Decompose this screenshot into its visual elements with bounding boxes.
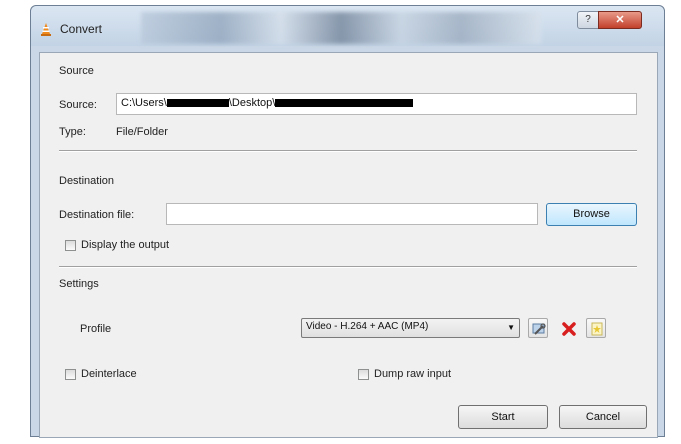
title-bar[interactable]: Convert ? ✕ bbox=[31, 6, 664, 46]
checkbox-box[interactable] bbox=[65, 368, 76, 380]
source-field[interactable]: C:\Users\ \Desktop\ bbox=[116, 93, 637, 115]
source-path-prefix: C:\Users\ bbox=[121, 97, 167, 109]
delete-profile-button[interactable] bbox=[558, 318, 578, 338]
type-label: Type: bbox=[59, 126, 86, 138]
new-document-star-icon bbox=[591, 322, 603, 336]
destination-file-label: Destination file: bbox=[59, 209, 135, 221]
title-bar-background bbox=[141, 12, 541, 44]
vlc-cone-icon bbox=[41, 23, 51, 36]
source-label: Source: bbox=[59, 99, 97, 111]
profile-selected-value: Video - H.264 + AAC (MP4) bbox=[306, 321, 429, 332]
source-section-title: Source bbox=[59, 65, 94, 77]
dump-raw-input-checkbox[interactable]: Dump raw input bbox=[358, 368, 451, 380]
deinterlace-label: Deinterlace bbox=[81, 368, 137, 380]
browse-button[interactable]: Browse bbox=[546, 203, 637, 226]
edit-profile-button[interactable] bbox=[528, 318, 548, 338]
separator bbox=[59, 150, 637, 152]
dump-raw-input-label: Dump raw input bbox=[374, 368, 452, 380]
redacted-block bbox=[166, 99, 229, 108]
display-output-label: Display the output bbox=[81, 239, 170, 251]
start-button[interactable]: Start bbox=[458, 405, 548, 429]
checkbox-box[interactable] bbox=[65, 239, 76, 251]
convert-dialog: Convert ? ✕ Source Source: C:\Users\ \Des… bbox=[30, 5, 665, 438]
cancel-button[interactable]: Cancel bbox=[559, 405, 647, 429]
destination-section-title: Destination bbox=[59, 175, 115, 187]
checkbox-box[interactable] bbox=[358, 368, 369, 380]
profile-select[interactable]: Video - H.264 + AAC (MP4) ▼ bbox=[301, 318, 520, 338]
redacted-block bbox=[275, 99, 414, 108]
red-x-delete-icon bbox=[562, 322, 576, 336]
wrench-settings-icon bbox=[532, 323, 546, 335]
separator bbox=[59, 266, 637, 268]
dialog-body: Source Source: C:\Users\ \Desktop\ Type: … bbox=[39, 52, 658, 438]
type-value: File/Folder bbox=[116, 126, 168, 138]
destination-file-input[interactable] bbox=[166, 203, 538, 225]
new-profile-button[interactable] bbox=[586, 318, 606, 338]
close-button[interactable]: ✕ bbox=[598, 11, 642, 29]
profile-label: Profile bbox=[80, 323, 112, 335]
window-title: Convert bbox=[60, 22, 103, 36]
settings-section-title: Settings bbox=[59, 278, 99, 290]
source-path-middle: \Desktop\ bbox=[228, 97, 276, 109]
help-button[interactable]: ? bbox=[577, 11, 599, 29]
display-output-checkbox[interactable]: Display the output bbox=[65, 239, 169, 251]
dropdown-arrow-icon: ▼ bbox=[507, 323, 515, 332]
deinterlace-checkbox[interactable]: Deinterlace bbox=[65, 368, 137, 380]
